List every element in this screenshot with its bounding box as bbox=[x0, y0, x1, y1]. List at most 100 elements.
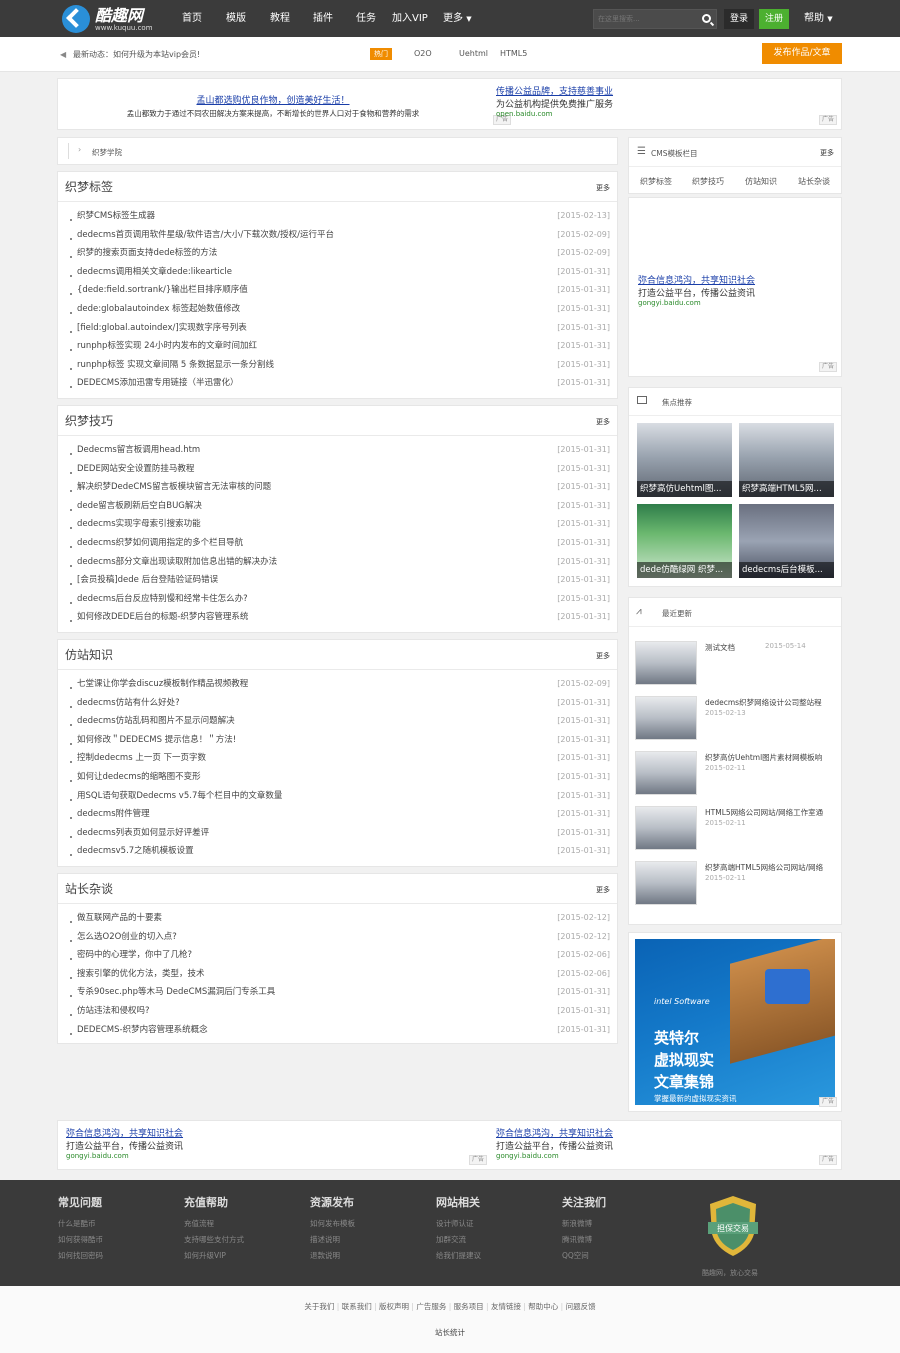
bottom-link[interactable]: 版权声明 bbox=[379, 1302, 409, 1311]
bottom-link[interactable]: 广告服务 bbox=[416, 1302, 446, 1311]
list-item[interactable]: [field:global.autoindex/]实现数字序号列表 [2015-0… bbox=[70, 319, 610, 337]
list-item[interactable]: 怎么选O2O创业的切入点? [2015-02-12] bbox=[70, 928, 610, 946]
help-menu[interactable]: 帮助 ▼ bbox=[804, 0, 833, 37]
hot-tag-uehtml[interactable]: Uehtml bbox=[459, 49, 488, 58]
ad-title[interactable]: 弥合信息鸿沟，共享知识社会 bbox=[638, 273, 755, 286]
list-item[interactable]: 织梦的搜索页面支持dede标签的方法 [2015-02-09] bbox=[70, 244, 610, 262]
tab-dede-tips[interactable]: 织梦技巧 bbox=[692, 176, 724, 187]
focus-item[interactable]: dede仿酷绿网 织梦... bbox=[637, 504, 732, 578]
tab-clone-knowledge[interactable]: 仿站知识 bbox=[745, 176, 777, 187]
notice-text[interactable]: 最新动态：如何升级为本站vip会员! bbox=[73, 49, 200, 60]
nav-tutorials[interactable]: 教程 bbox=[270, 0, 290, 37]
bottom-link[interactable]: 关于我们 bbox=[304, 1302, 334, 1311]
footer-link[interactable]: 如何发布模板 bbox=[310, 1216, 355, 1232]
list-item[interactable]: Dedecms留言板调用head.htm [2015-01-31] bbox=[70, 441, 610, 459]
list-item[interactable]: dedecms附件管理 [2015-01-31] bbox=[70, 805, 610, 823]
list-item[interactable]: 仿站违法和侵权吗? [2015-01-31] bbox=[70, 1002, 610, 1020]
item-title[interactable]: 仿站违法和侵权吗? bbox=[70, 1006, 150, 1016]
list-item[interactable]: dedecms织梦如何调用指定的多个栏目导航 [2015-01-31] bbox=[70, 534, 610, 552]
item-title[interactable]: dedecms附件管理 bbox=[70, 809, 150, 819]
item-title[interactable]: dedecms部分文章出现读取附加信息出错的解决办法 bbox=[70, 557, 277, 567]
nav-more[interactable]: 更多 ▼ bbox=[443, 0, 472, 37]
footer-link[interactable]: 加群交流 bbox=[436, 1232, 481, 1248]
item-title[interactable]: 如何修改DEDE后台的标题-织梦内容管理系统 bbox=[70, 612, 248, 622]
item-title[interactable]: dedecms织梦如何调用指定的多个栏目导航 bbox=[70, 538, 243, 548]
item-title[interactable]: {dede:field.sortrank/}输出栏目排序顺序值 bbox=[70, 285, 248, 295]
list-item[interactable]: dedecmsv5.7之随机模板设置 [2015-01-31] bbox=[70, 842, 610, 860]
footer-link[interactable]: 描述说明 bbox=[310, 1232, 355, 1248]
recent-thumb[interactable] bbox=[635, 696, 697, 740]
list-item[interactable]: runphp标签实现 24小时内发布的文章时间加红 [2015-01-31] bbox=[70, 337, 610, 355]
recent-title[interactable]: HTML5网络公司网站/网络工作室通 bbox=[705, 807, 823, 818]
list-item[interactable]: 如何让dedecms的缩略图不变形 [2015-01-31] bbox=[70, 768, 610, 786]
bottom-link[interactable]: 问题反馈 bbox=[566, 1302, 596, 1311]
footer-link[interactable]: 支持哪些支付方式 bbox=[184, 1232, 244, 1248]
focus-item[interactable]: 织梦高端HTML5网... bbox=[739, 423, 834, 497]
more-link[interactable]: 更多 bbox=[596, 183, 610, 193]
item-title[interactable]: dedecms仿站乱码和图片不显示问题解决 bbox=[70, 716, 235, 726]
footer-link[interactable]: 如何获得酷币 bbox=[58, 1232, 103, 1248]
item-title[interactable]: 搜索引擎的优化方法，类型，技术 bbox=[70, 969, 205, 979]
focus-item[interactable]: 织梦高仿Uehtml图... bbox=[637, 423, 732, 497]
item-title[interactable]: dedecms列表页如何显示好评差评 bbox=[70, 828, 209, 838]
item-title[interactable]: 专杀90sec.php等木马 DedeCMS漏洞后门专杀工具 bbox=[70, 987, 275, 997]
list-item[interactable]: 如何修改＂DEDECMS 提示信息！＂方法! [2015-01-31] bbox=[70, 731, 610, 749]
list-item[interactable]: runphp标签 实现文章间隔 5 条数据显示一条分割线 [2015-01-31] bbox=[70, 356, 610, 374]
item-title[interactable]: 织梦CMS标签生成器 bbox=[70, 211, 155, 221]
list-item[interactable]: DEDE网站安全设置防挂马教程 [2015-01-31] bbox=[70, 460, 610, 478]
hot-tag-o2o[interactable]: O2O bbox=[414, 49, 432, 58]
list-item[interactable]: DEDECMS-织梦内容管理系统概念 [2015-01-31] bbox=[70, 1021, 610, 1039]
list-item[interactable]: 做互联网产品的十要素 [2015-02-12] bbox=[70, 909, 610, 927]
list-item[interactable]: 织梦CMS标签生成器 [2015-02-13] bbox=[70, 207, 610, 225]
bottom-link[interactable]: 联系我们 bbox=[342, 1302, 372, 1311]
list-item[interactable]: dedecms后台反应特别慢和经常卡住怎么办? [2015-01-31] bbox=[70, 590, 610, 608]
list-item[interactable]: dedecms首页调用软件星级/软件语言/大小/下载次数/授权/运行平台 [201… bbox=[70, 226, 610, 244]
item-title[interactable]: [会员投稿]dede 后台登陆验证码错误 bbox=[70, 575, 218, 585]
list-item[interactable]: 如何修改DEDE后台的标题-织梦内容管理系统 [2015-01-31] bbox=[70, 608, 610, 626]
item-title[interactable]: dedecms仿站有什么好处? bbox=[70, 698, 180, 708]
tab-webmaster-talk[interactable]: 站长杂谈 bbox=[798, 176, 830, 187]
hot-tag-html5[interactable]: HTML5 bbox=[500, 49, 527, 58]
list-item[interactable]: 控制dedecms 上一页 下一页字数 [2015-01-31] bbox=[70, 749, 610, 767]
more-link[interactable]: 更多 bbox=[596, 885, 610, 895]
ad-title[interactable]: 弥合信息鸿沟，共享知识社会 bbox=[66, 1126, 183, 1139]
nav-templates[interactable]: 模版 bbox=[226, 0, 246, 37]
list-item[interactable]: DEDECMS添加迅雷专用链接（半迅雷化） [2015-01-31] bbox=[70, 374, 610, 392]
footer-link[interactable]: 如何找回密码 bbox=[58, 1248, 103, 1264]
ad-title[interactable]: 传播公益品牌，支持慈善事业 bbox=[496, 84, 613, 97]
footer-link[interactable]: 设计师认证 bbox=[436, 1216, 481, 1232]
item-title[interactable]: 如何修改＂DEDECMS 提示信息！＂方法! bbox=[70, 735, 236, 745]
list-item[interactable]: [会员投稿]dede 后台登陆验证码错误 [2015-01-31] bbox=[70, 571, 610, 589]
more-link[interactable]: 更多 bbox=[596, 417, 610, 427]
recent-thumb[interactable] bbox=[635, 641, 697, 685]
stats-link[interactable]: 站长统计 bbox=[0, 1327, 900, 1338]
footer-link[interactable]: 什么是酷币 bbox=[58, 1216, 103, 1232]
item-title[interactable]: Dedecms留言板调用head.htm bbox=[70, 445, 200, 455]
item-title[interactable]: DEDE网站安全设置防挂马教程 bbox=[70, 464, 194, 474]
item-title[interactable]: dede留言板刷新后空白BUG解决 bbox=[70, 501, 202, 511]
item-title[interactable]: 控制dedecms 上一页 下一页字数 bbox=[70, 753, 206, 763]
list-item[interactable]: {dede:field.sortrank/}输出栏目排序顺序值 [2015-01-… bbox=[70, 281, 610, 299]
focus-item[interactable]: dedecms后台模板... bbox=[739, 504, 834, 578]
list-item[interactable]: 搜索引擎的优化方法，类型，技术 [2015-02-06] bbox=[70, 965, 610, 983]
list-item[interactable]: dedecms实现字母索引搜索功能 [2015-01-31] bbox=[70, 515, 610, 533]
item-title[interactable]: 如何让dedecms的缩略图不变形 bbox=[70, 772, 201, 782]
nav-home[interactable]: 首页 bbox=[182, 0, 202, 37]
item-title[interactable]: dedecms调用相关文章dede:likearticle bbox=[70, 267, 232, 277]
register-button[interactable]: 注册 bbox=[759, 9, 789, 29]
item-title[interactable]: runphp标签实现 24小时内发布的文章时间加红 bbox=[70, 341, 257, 351]
footer-link[interactable]: 给我们提建议 bbox=[436, 1248, 481, 1264]
search-icon[interactable] bbox=[702, 14, 711, 23]
search-input[interactable] bbox=[594, 10, 694, 28]
item-title[interactable]: runphp标签 实现文章间隔 5 条数据显示一条分割线 bbox=[70, 360, 274, 370]
more-link[interactable]: 更多 bbox=[596, 651, 610, 661]
list-item[interactable]: dedecms部分文章出现读取附加信息出错的解决办法 [2015-01-31] bbox=[70, 553, 610, 571]
footer-link[interactable]: QQ空间 bbox=[562, 1248, 606, 1264]
login-button[interactable]: 登录 bbox=[724, 9, 754, 29]
recent-thumb[interactable] bbox=[635, 861, 697, 905]
item-title[interactable]: 做互联网产品的十要素 bbox=[70, 913, 162, 923]
nav-join-vip[interactable]: 加入VIP bbox=[392, 0, 428, 37]
item-title[interactable]: 密码中的心理学，你中了几枪? bbox=[70, 950, 192, 960]
bottom-link[interactable]: 友情链接 bbox=[491, 1302, 521, 1311]
list-item[interactable]: 用SQL语句获取Dedecms v5.7每个栏目中的文章数量 [2015-01-3… bbox=[70, 787, 610, 805]
